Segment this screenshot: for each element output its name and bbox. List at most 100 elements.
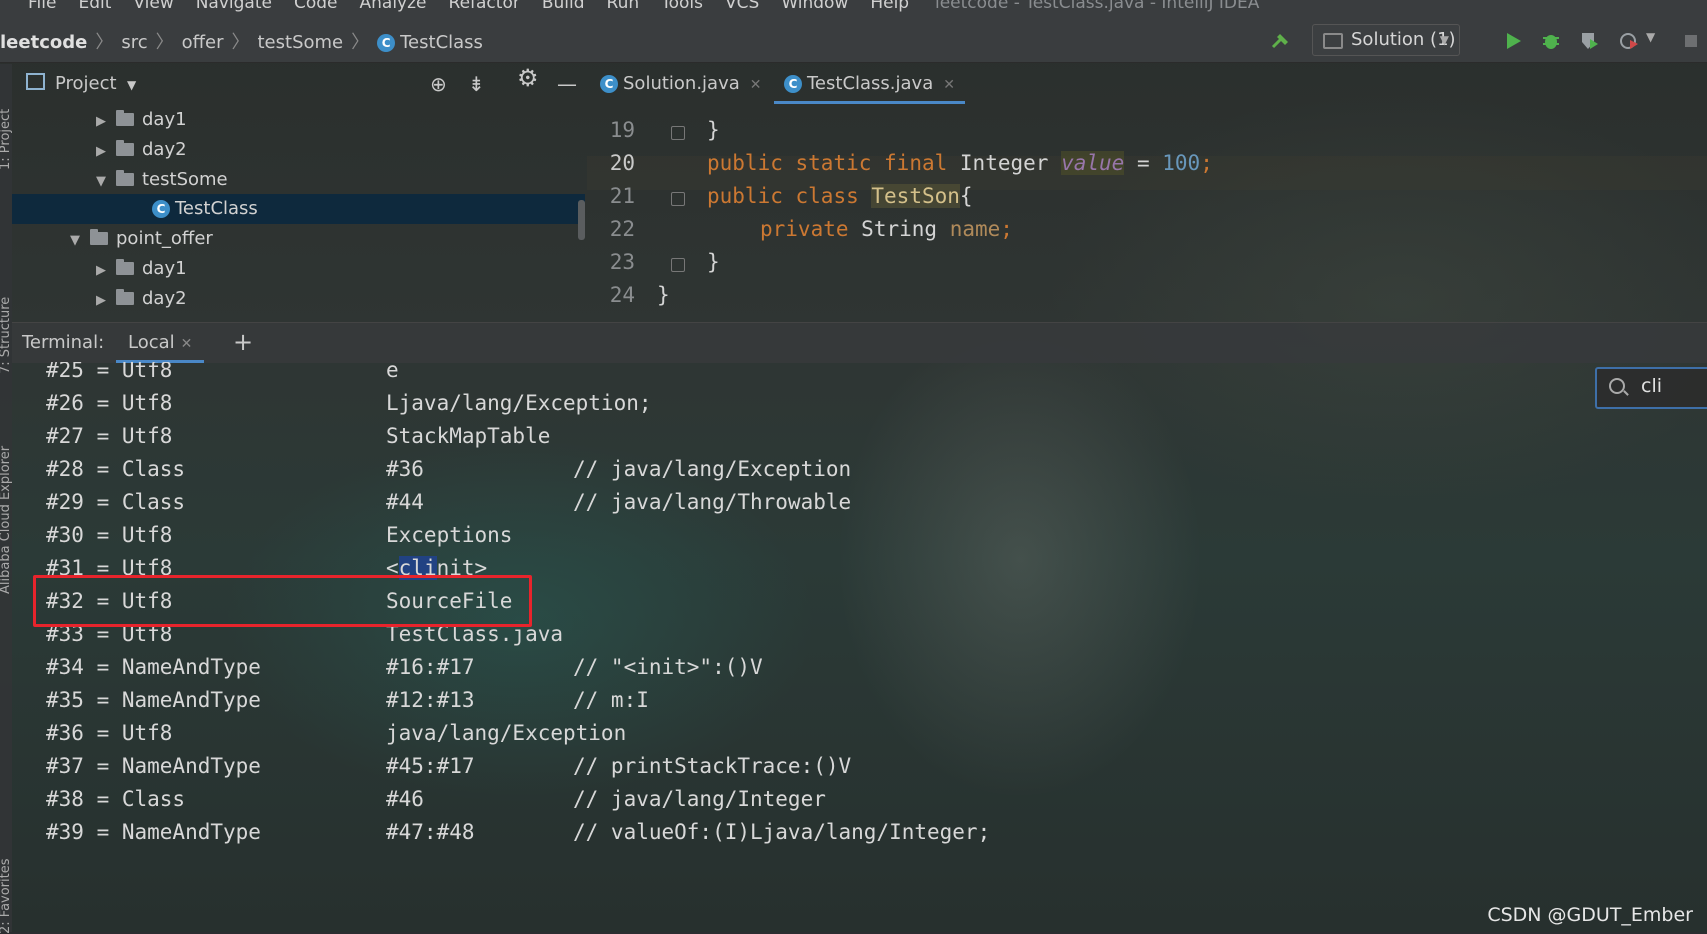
menu-window[interactable]: Window <box>781 0 848 13</box>
build-hammer-icon[interactable] <box>1270 30 1292 52</box>
code-line: } <box>707 118 720 142</box>
tree-item-testclass[interactable]: C TestClass <box>152 194 258 224</box>
menu-vcs[interactable]: VCS <box>725 0 759 13</box>
line-number: 18 <box>595 104 635 106</box>
menu-build[interactable]: Build <box>542 0 585 13</box>
constant-pool-entry: #35 = NameAndType <box>46 688 261 712</box>
code-line: private String name; <box>760 217 1013 241</box>
code-line-24: } <box>657 283 670 307</box>
fold-marker-icon[interactable] <box>671 126 685 140</box>
search-icon <box>1609 378 1625 394</box>
code-token: class <box>795 184 859 208</box>
tree-item-testsome[interactable]: ▼ testSome <box>96 165 228 195</box>
chevron-right-icon[interactable]: ▶ <box>96 256 116 286</box>
tree-item-label: testSome <box>142 169 228 190</box>
close-icon[interactable]: ✕ <box>943 77 955 93</box>
constant-pool-entry: #26 = Utf8 <box>46 391 173 415</box>
breadcrumb-src[interactable]: src <box>121 32 147 53</box>
stop-icon[interactable] <box>1680 30 1702 52</box>
collapse-all-icon[interactable]: ⇟ <box>468 72 485 96</box>
gear-icon[interactable]: ⚙ <box>517 64 539 92</box>
menu-analyze[interactable]: Analyze <box>360 0 427 13</box>
constant-pool-comment: // printStackTrace:()V <box>573 754 852 778</box>
project-view-selector[interactable]: Project <box>26 73 117 94</box>
code-token: 100 <box>1162 151 1201 175</box>
menu-bar: File Edit View Navigate Code Analyze Refactor B… <box>0 0 1707 14</box>
tree-item-day1[interactable]: ▶ day1 <box>96 254 187 284</box>
tab-terminal-local[interactable]: Local ✕ <box>116 323 205 363</box>
line-number: 22 <box>609 217 635 241</box>
search-input[interactable]: cli <box>1641 375 1662 397</box>
new-terminal-icon[interactable]: + <box>233 328 253 356</box>
close-icon[interactable]: ✕ <box>181 336 193 352</box>
folder-icon <box>90 229 108 245</box>
tab-solution-java[interactable]: C Solution.java ✕ <box>590 64 772 104</box>
chevron-down-icon[interactable]: ▼ <box>1646 30 1655 44</box>
chevron-right-icon[interactable]: ▶ <box>96 107 116 137</box>
tab-label: Solution.java <box>623 73 740 94</box>
menu-file[interactable]: File <box>28 0 56 13</box>
constant-pool-value: #46 <box>386 787 424 811</box>
tree-item-point-offer[interactable]: ▼ point_offer <box>70 224 213 254</box>
line-number: 24 <box>609 283 635 307</box>
run-icon[interactable] <box>1502 30 1524 52</box>
breadcrumb-project[interactable]: leetcode <box>0 32 87 53</box>
terminal-output[interactable]: #25 = Utf8 e #26 = Utf8 Ljava/lang/Exceptio… <box>12 362 1707 932</box>
profile-icon[interactable] <box>1618 30 1640 52</box>
menu-tools[interactable]: Tools <box>661 0 703 13</box>
tree-scrollbar[interactable] <box>578 200 585 240</box>
class-icon: C <box>152 200 170 218</box>
constant-pool-comment: // java/lang/Integer <box>573 787 826 811</box>
menu-code[interactable]: Code <box>294 0 338 13</box>
class-icon: C <box>784 75 802 93</box>
run-configuration-select[interactable]: Solution (1) ▼ <box>1312 24 1460 56</box>
hide-icon[interactable]: — <box>557 72 577 96</box>
breadcrumb-testsome[interactable]: testSome <box>258 32 344 53</box>
chevron-right-icon[interactable]: ▶ <box>96 286 116 316</box>
left-tool-strip: 1: Project 7: Structure Alibaba Cloud Ex… <box>0 64 13 934</box>
chevron-down-icon[interactable]: ▼ <box>96 167 116 197</box>
fold-marker-icon[interactable] <box>671 192 685 206</box>
watermark: CSDN @GDUT_Ember <box>1487 904 1693 926</box>
chevron-right-icon[interactable]: ▶ <box>96 137 116 167</box>
constant-pool-entry: #37 = NameAndType <box>46 754 261 778</box>
constant-pool-entry: #28 = Class <box>46 457 186 481</box>
constant-pool-value: #44 <box>386 490 424 514</box>
annotation-red-box <box>33 575 532 627</box>
debug-icon[interactable] <box>1540 30 1562 52</box>
chevron-down-icon[interactable]: ▼ <box>127 78 136 92</box>
terminal-label: Terminal: <box>22 332 105 353</box>
menu-view[interactable]: View <box>133 0 173 13</box>
menu-refactor[interactable]: Refactor <box>449 0 520 13</box>
coverage-icon[interactable] <box>1578 30 1600 52</box>
tab-testclass-java[interactable]: C TestClass.java ✕ <box>774 64 965 104</box>
code-line: } <box>707 250 720 274</box>
tree-item-day2[interactable]: ▶ day2 <box>96 284 187 314</box>
tree-item-day1[interactable]: ▶ day1 <box>96 105 187 135</box>
project-tree: ▶ day1 ▶ day2 ▼ testSome C TestClass ▼ point_… <box>12 105 585 320</box>
tree-item-day2[interactable]: ▶ day2 <box>96 135 187 165</box>
breadcrumb-testclass[interactable]: TestClass <box>400 32 483 53</box>
fold-marker-icon[interactable] <box>671 258 685 272</box>
breadcrumb: leetcode 〉 src 〉 offer 〉 testSome 〉 C TestClass <box>0 28 483 54</box>
menu-help[interactable]: Help <box>870 0 909 13</box>
code-editor[interactable]: 18 19 20 21 22 23 24 } public static fin… <box>587 104 1707 320</box>
menu-edit[interactable]: Edit <box>78 0 111 13</box>
code-line: public static final Integer value = 100; <box>707 151 1213 175</box>
chevron-right-icon: 〉 <box>231 32 250 53</box>
code-line-23: } <box>707 250 720 274</box>
menu-navigate[interactable]: Navigate <box>196 0 272 13</box>
chevron-down-icon[interactable]: ▼ <box>70 226 90 256</box>
menu-run[interactable]: Run <box>607 0 640 13</box>
locate-icon[interactable]: ⊕ <box>430 72 447 96</box>
close-icon[interactable]: ✕ <box>750 77 762 93</box>
terminal-search-field[interactable]: cli <box>1595 367 1707 409</box>
folder-icon <box>116 140 134 156</box>
breadcrumb-offer[interactable]: offer <box>182 32 224 53</box>
constant-pool-entry: #30 = Utf8 <box>46 523 173 547</box>
